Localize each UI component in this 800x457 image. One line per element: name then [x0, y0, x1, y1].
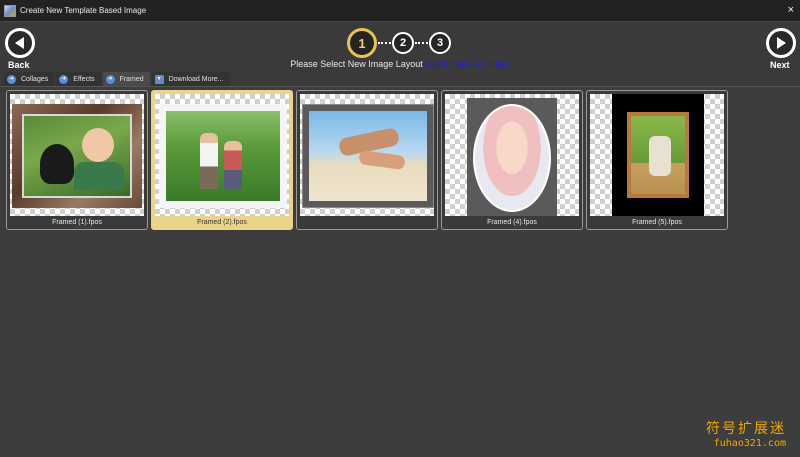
dog-shape: [40, 144, 74, 184]
arrow-left-icon: [15, 37, 24, 49]
hikers-photo: [166, 111, 280, 201]
download-icon: ▾: [154, 74, 164, 84]
black-frame: [612, 94, 704, 216]
shirt-shape: [74, 162, 124, 190]
template-thumbnail: [590, 94, 724, 216]
title-bar: Create New Template Based Image ×: [0, 0, 800, 22]
tab-label: Collages: [21, 75, 49, 83]
tab-download-more[interactable]: ▾ Download More...: [151, 72, 230, 86]
person-shape: [358, 149, 406, 171]
help-link[interactable]: (Click Here For Help): [425, 59, 510, 69]
next-button[interactable]: [766, 28, 796, 58]
person-shape: [200, 133, 218, 189]
watermark-line2: fuhao321.com: [713, 438, 786, 449]
template-tile-framed-2[interactable]: Framed (2).fpos: [151, 90, 293, 230]
app-icon: [4, 4, 16, 17]
oval-frame: [467, 98, 557, 216]
watermark: 符号扩展迷 fuhao321.com: [706, 418, 786, 449]
step-connector: [415, 42, 428, 44]
template-label: Framed (2).fpos: [197, 219, 247, 226]
person-shape: [224, 141, 242, 189]
template-gallery: Framed (1).fpos Framed (2).fpos Framed (…: [0, 86, 800, 457]
step-2: 2: [392, 32, 414, 54]
step-3: 3: [429, 32, 451, 54]
arrow-right-icon: [777, 37, 786, 49]
template-tile-framed-5[interactable]: Framed (5).fpos: [586, 90, 728, 230]
instruction: Please Select New Image Layout (Click He…: [0, 59, 800, 69]
template-thumbnail: [300, 94, 434, 216]
step-indicator: 1 2 3: [347, 28, 451, 58]
beach-photo: [309, 111, 427, 201]
template-tile-framed-3[interactable]: [296, 90, 438, 230]
tab-framed[interactable]: ➜ Framed: [102, 72, 150, 86]
back-button[interactable]: [5, 28, 35, 58]
template-label: Framed (1).fpos: [52, 219, 102, 226]
wood-frame: [12, 104, 142, 208]
template-label: Framed (5).fpos: [632, 219, 682, 226]
category-tabs: ➜ Collages ➜ Effects ➜ Framed ▾ Download…: [4, 72, 232, 86]
tab-label: Framed: [119, 75, 144, 83]
white-frame: [159, 104, 287, 208]
template-tile-framed-4[interactable]: Framed (4).fpos: [441, 90, 583, 230]
close-button[interactable]: ×: [788, 4, 794, 16]
step-1: 1: [347, 28, 377, 58]
template-thumbnail: [10, 94, 144, 216]
arrow-circle-icon: ➜: [105, 74, 115, 84]
template-label: Framed (4).fpos: [487, 219, 537, 226]
watermark-line1: 符号扩展迷: [706, 421, 786, 437]
horse-photo: [627, 112, 689, 198]
tab-collages[interactable]: ➜ Collages: [4, 72, 55, 86]
template-thumbnail: [155, 94, 289, 216]
template-thumbnail: [445, 94, 579, 216]
window-title: Create New Template Based Image: [20, 6, 147, 15]
tab-label: Download More...: [168, 75, 224, 83]
arrow-circle-icon: ➜: [7, 74, 16, 84]
girl-cat-photo: [473, 104, 551, 212]
tab-label: Effects: [73, 75, 95, 83]
horse-shape: [649, 136, 671, 176]
face-shape: [82, 128, 114, 162]
template-tile-framed-1[interactable]: Framed (1).fpos: [6, 90, 148, 230]
step-connector: [378, 42, 391, 44]
instruction-text: Please Select New Image Layout: [290, 59, 426, 69]
tab-effects[interactable]: ➜ Effects: [56, 72, 101, 86]
boy-dog-photo: [22, 114, 132, 198]
arrow-circle-icon: ➜: [59, 74, 69, 84]
grey-frame: [302, 104, 434, 208]
